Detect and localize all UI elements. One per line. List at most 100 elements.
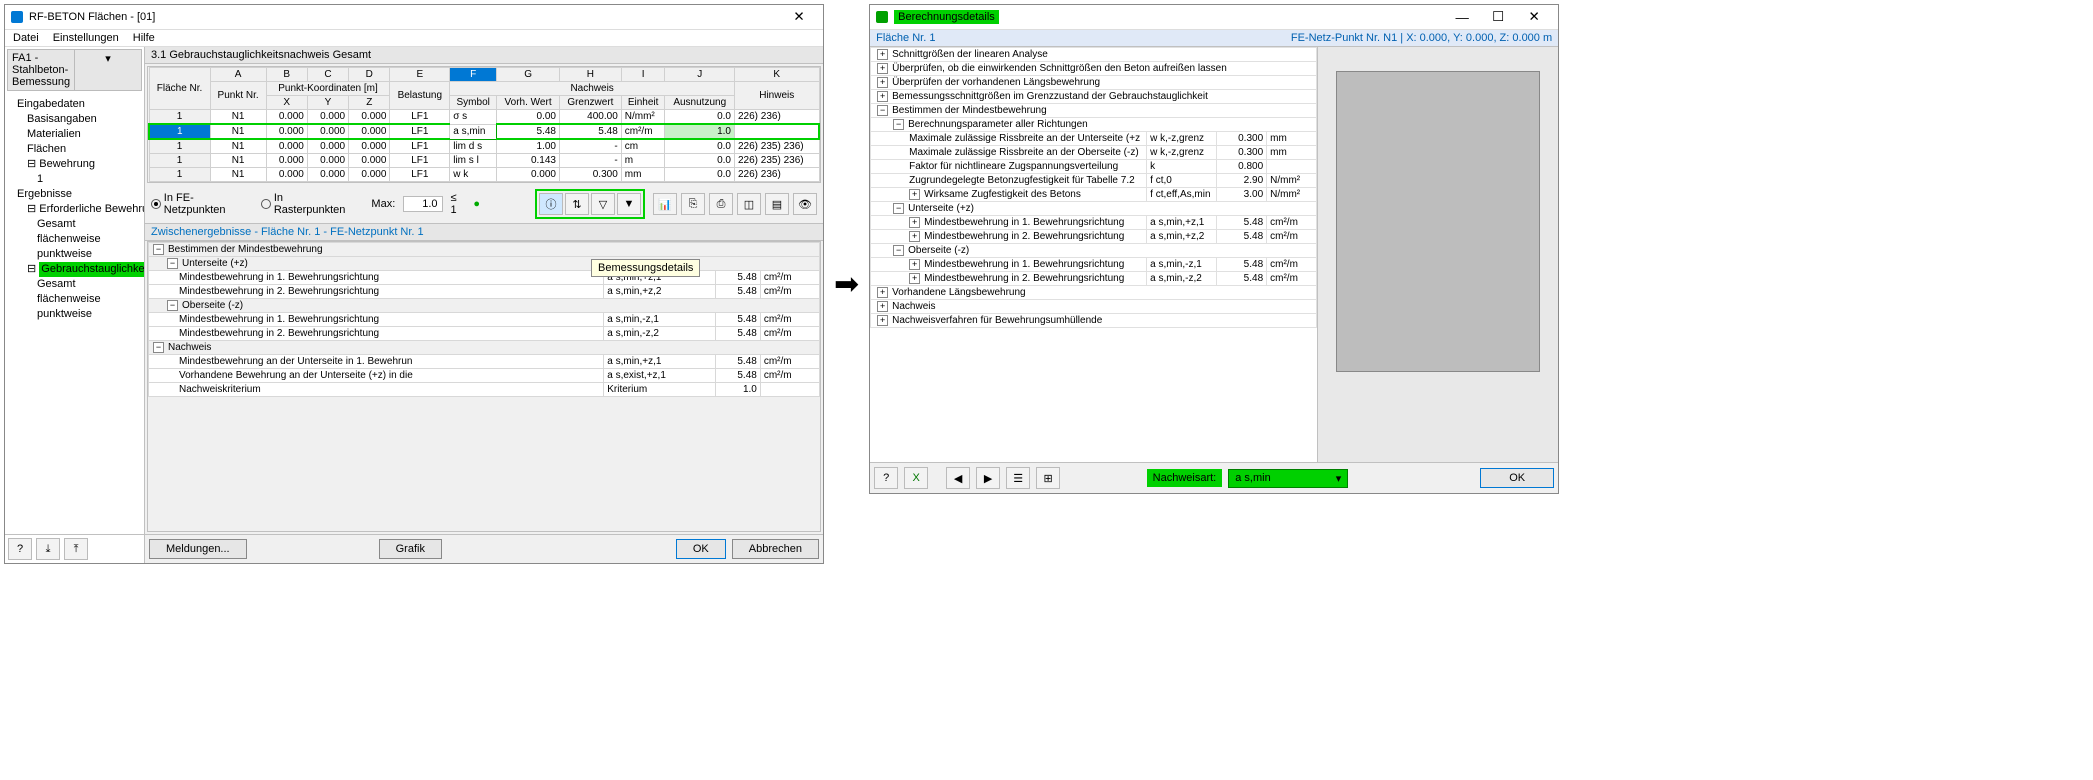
tree-icon[interactable]: ⊞ bbox=[1036, 467, 1060, 489]
results-table[interactable]: Fläche Nr.ABCDEFGHIJKPunkt Nr.Punkt-Koor… bbox=[147, 66, 821, 183]
preview-rect bbox=[1336, 71, 1540, 372]
table-row[interactable]: 1N10.0000.0000.000LF1a s,min5.485.48cm²/… bbox=[149, 124, 819, 139]
sidebar: FA1 - Stahlbeton-Bemessung ▾ Eingabedate… bbox=[5, 47, 145, 563]
excel-icon[interactable]: X bbox=[904, 467, 928, 489]
export-icon[interactable]: ⤓ bbox=[36, 538, 60, 560]
tree-row[interactable]: −Unterseite (+z) bbox=[871, 202, 1317, 216]
eye-icon[interactable]: 👁 bbox=[793, 193, 817, 215]
status-ok-icon: ● bbox=[473, 198, 480, 210]
filter-off-icon[interactable]: ▽ bbox=[591, 193, 615, 215]
maximize-button[interactable]: ☐ bbox=[1480, 7, 1516, 27]
view-icon[interactable]: ◫ bbox=[737, 193, 761, 215]
subheader-right: FE-Netz-Punkt Nr. N1 | X: 0.000, Y: 0.00… bbox=[1291, 32, 1552, 44]
tree-row[interactable]: +Nachweisverfahren für Bewehrungsumhülle… bbox=[871, 314, 1317, 328]
table-row[interactable]: 1N10.0000.0000.000LF1σ s0.00400.00N/mm²0… bbox=[149, 110, 819, 125]
sort-icon[interactable]: ⇅ bbox=[565, 193, 589, 215]
menubar: Datei Einstellungen Hilfe bbox=[5, 30, 823, 47]
chevron-down-icon: ▾ bbox=[1336, 472, 1342, 485]
tree-bewehrung[interactable]: ⊟ Bewehrung 1 bbox=[27, 157, 142, 187]
prev-icon[interactable]: ◀ bbox=[946, 467, 970, 489]
tree-basisangaben[interactable]: Basisangaben bbox=[27, 112, 142, 127]
tree-gtn[interactable]: ⊟ Gebrauchstauglichkeitsnachweis Gesamt … bbox=[27, 262, 142, 322]
details-tree[interactable]: +Schnittgrößen der linearen Analyse+Über… bbox=[870, 47, 1318, 462]
cancel-button[interactable]: Abbrechen bbox=[732, 539, 819, 559]
tree-row[interactable]: Maximale zulässige Rissbreite an der Unt… bbox=[871, 132, 1317, 146]
ok-button[interactable]: OK bbox=[676, 539, 726, 559]
chevron-down-icon: ▾ bbox=[74, 50, 141, 90]
help-icon[interactable]: ? bbox=[874, 467, 898, 489]
close-button[interactable]: ✕ bbox=[781, 7, 817, 27]
radio-fe[interactable]: In FE-Netzpunkten bbox=[151, 192, 253, 216]
tree-row[interactable]: +Bemessungsschnittgrößen im Grenzzustand… bbox=[871, 90, 1317, 104]
filter-icon[interactable]: ▼ bbox=[617, 193, 641, 215]
radio-raster[interactable]: In Rasterpunkten bbox=[261, 192, 355, 216]
tree-bewehrung-1[interactable]: 1 bbox=[37, 172, 142, 187]
treegrid-row[interactable]: Mindestbewehrung an der Unterseite in 1.… bbox=[149, 355, 820, 369]
treegrid-row[interactable]: NachweiskriteriumKriterium1.0 bbox=[149, 383, 820, 397]
tree-req-flaeche[interactable]: flächenweise bbox=[37, 232, 142, 247]
tree-gtn-gesamt[interactable]: Gesamt bbox=[37, 277, 142, 292]
tree-row[interactable]: +Mindestbewehrung in 1. Bewehrungsrichtu… bbox=[871, 216, 1317, 230]
meldungen-button[interactable]: Meldungen... bbox=[149, 539, 247, 559]
import-icon[interactable]: ⤒ bbox=[64, 538, 88, 560]
tree-req[interactable]: ⊟ Erforderliche Bewehrung Gesamt flächen… bbox=[27, 202, 142, 262]
tree-row[interactable]: +Mindestbewehrung in 2. Bewehrungsrichtu… bbox=[871, 272, 1317, 286]
menu-einstellungen[interactable]: Einstellungen bbox=[53, 32, 119, 44]
main-panel: 3.1 Gebrauchstauglichkeitsnachweis Gesam… bbox=[145, 47, 823, 563]
case-combo[interactable]: FA1 - Stahlbeton-Bemessung ▾ bbox=[7, 49, 142, 91]
titlebar[interactable]: RF-BETON Flächen - [01] ✕ bbox=[5, 5, 823, 30]
info-icon[interactable]: ⓘ bbox=[539, 193, 563, 215]
tree-row[interactable]: −Berechnungsparameter aller Richtungen bbox=[871, 118, 1317, 132]
intermediate-grid[interactable]: −Bestimmen der Mindestbewehrung−Untersei… bbox=[147, 241, 821, 532]
grafik-button[interactable]: Grafik bbox=[379, 539, 442, 559]
tooltip-bemessungsdetails: Bemessungsdetails bbox=[591, 259, 700, 277]
treegrid-row[interactable]: Vorhandene Bewehrung an der Unterseite (… bbox=[149, 369, 820, 383]
tree-row[interactable]: +Schnittgrößen der linearen Analyse bbox=[871, 48, 1317, 62]
preview-canvas bbox=[1318, 47, 1558, 462]
details-titlebar[interactable]: Berechnungsdetails — ☐ ✕ bbox=[870, 5, 1558, 30]
tree-req-gesamt[interactable]: Gesamt bbox=[37, 217, 142, 232]
next-icon[interactable]: ▶ bbox=[976, 467, 1000, 489]
tree-gtn-flaeche[interactable]: flächenweise bbox=[37, 292, 142, 307]
tree-results[interactable]: Ergebnisse ⊟ Erforderliche Bewehrung Ges… bbox=[17, 187, 142, 322]
minimize-button[interactable]: — bbox=[1444, 7, 1480, 27]
tree-row[interactable]: +Nachweis bbox=[871, 300, 1317, 314]
tree-input[interactable]: Eingabedaten Basisangaben Materialien Fl… bbox=[17, 97, 142, 187]
help-icon[interactable]: ? bbox=[8, 538, 32, 560]
tree-row[interactable]: −Bestimmen der Mindestbewehrung bbox=[871, 104, 1317, 118]
tree-materialien[interactable]: Materialien bbox=[27, 127, 142, 142]
menu-datei[interactable]: Datei bbox=[13, 32, 39, 44]
treegrid-row[interactable]: Mindestbewehrung in 1. Bewehrungsrichtun… bbox=[149, 313, 820, 327]
treegrid-row[interactable]: Mindestbewehrung in 2. Bewehrungsrichtun… bbox=[149, 285, 820, 299]
print-icon[interactable]: ⎙ bbox=[709, 193, 733, 215]
tree-req-punkt[interactable]: punktweise bbox=[37, 247, 142, 262]
treegrid-row[interactable]: Mindestbewehrung in 1. Bewehrungsrichtun… bbox=[149, 271, 820, 285]
chart-icon[interactable]: 📊 bbox=[653, 193, 677, 215]
copy-icon[interactable]: ⎘ bbox=[681, 193, 705, 215]
max-field[interactable]: 1.0 bbox=[403, 196, 442, 212]
nav-tree: Eingabedaten Basisangaben Materialien Fl… bbox=[5, 93, 144, 534]
tree-gtn-punkt[interactable]: punktweise bbox=[37, 307, 142, 322]
tree-row[interactable]: +Überprüfen, ob die einwirkenden Schnitt… bbox=[871, 62, 1317, 76]
tree-flaechen[interactable]: Flächen bbox=[27, 142, 142, 157]
table-row[interactable]: 1N10.0000.0000.000LF1lim s l0.143-m0.022… bbox=[149, 154, 819, 168]
tree-row[interactable]: Maximale zulässige Rissbreite an der Obe… bbox=[871, 146, 1317, 160]
tree-row[interactable]: Zugrundegelegte Betonzugfestigkeit für T… bbox=[871, 174, 1317, 188]
tree-row[interactable]: −Oberseite (-z) bbox=[871, 244, 1317, 258]
tree-row[interactable]: +Überprüfen der vorhandenen Längsbewehru… bbox=[871, 76, 1317, 90]
tree-row[interactable]: +Mindestbewehrung in 2. Bewehrungsrichtu… bbox=[871, 230, 1317, 244]
treegrid-row[interactable]: Mindestbewehrung in 2. Bewehrungsrichtun… bbox=[149, 327, 820, 341]
table-row[interactable]: 1N10.0000.0000.000LF1w k0.0000.300mm0.02… bbox=[149, 168, 819, 182]
close-button[interactable]: ✕ bbox=[1516, 7, 1552, 27]
table-row[interactable]: 1N10.0000.0000.000LF1lim d s1.00-cm0.022… bbox=[149, 139, 819, 154]
menu-hilfe[interactable]: Hilfe bbox=[133, 32, 155, 44]
list-icon[interactable]: ☰ bbox=[1006, 467, 1030, 489]
tree-row[interactable]: Faktor für nichtlineare Zugspannungsvert… bbox=[871, 160, 1317, 174]
ok-button[interactable]: OK bbox=[1480, 468, 1554, 488]
tree-row[interactable]: +Vorhandene Längsbewehrung bbox=[871, 286, 1317, 300]
color-icon[interactable]: ▤ bbox=[765, 193, 789, 215]
tree-row[interactable]: +Mindestbewehrung in 1. Bewehrungsrichtu… bbox=[871, 258, 1317, 272]
nachweisart-label: Nachweisart: bbox=[1147, 469, 1223, 487]
tree-row[interactable]: +Wirksame Zugfestigkeit des Betonsf ct,e… bbox=[871, 188, 1317, 202]
nachweisart-combo[interactable]: a s,min ▾ bbox=[1228, 469, 1348, 488]
